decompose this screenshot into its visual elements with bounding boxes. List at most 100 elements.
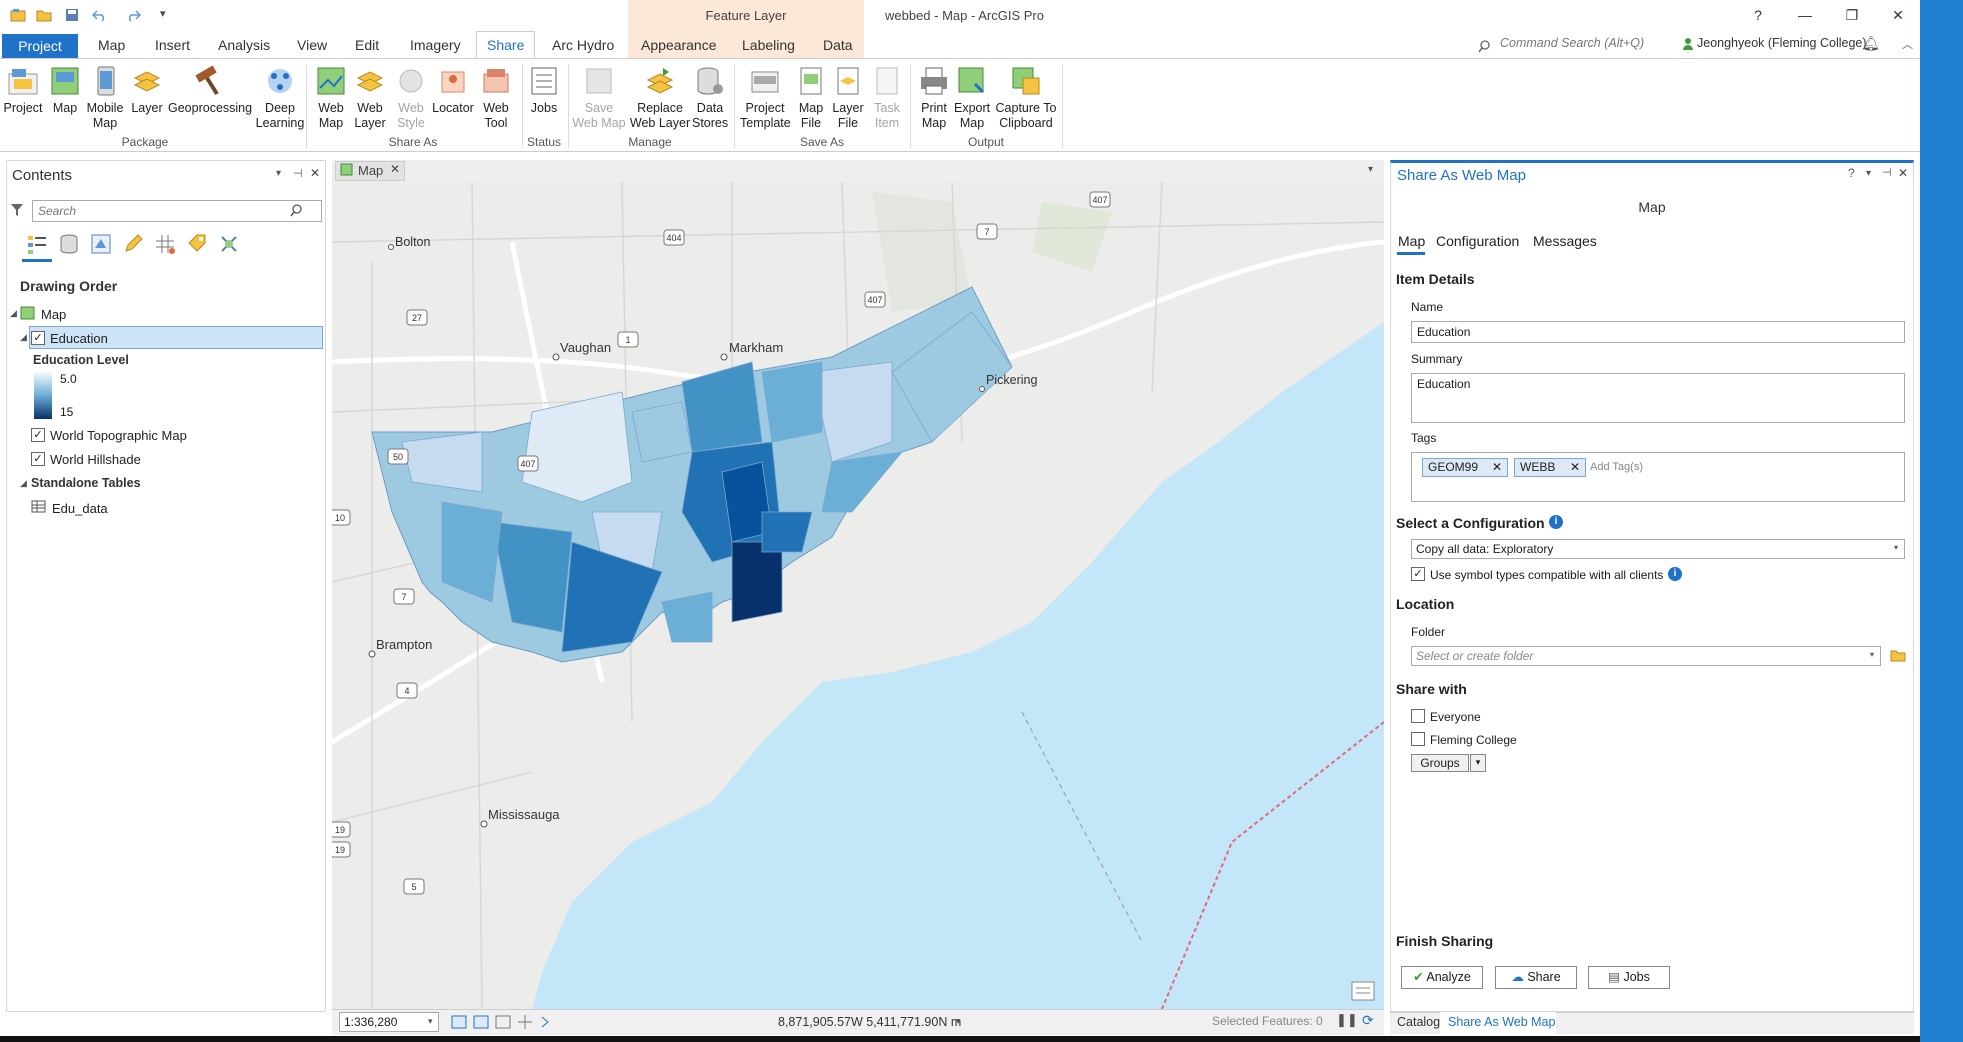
close-pane-button[interactable]: ✕ xyxy=(1898,166,1908,180)
tab-map[interactable]: Map xyxy=(88,32,135,58)
notification-bell-icon[interactable]: 🔔︎ xyxy=(1862,35,1880,52)
status-jobs-button[interactable]: Jobs xyxy=(526,64,562,116)
close-window-button[interactable]: ✕ xyxy=(1886,4,1910,26)
pin-icon[interactable]: ⊣ xyxy=(1882,166,1892,179)
redo-icon[interactable] xyxy=(125,7,141,23)
customize-qat-icon[interactable]: ▾ xyxy=(160,7,176,23)
share-web-tool-button[interactable]: Web Tool xyxy=(476,64,516,131)
share-locator-button[interactable]: Locator xyxy=(432,64,474,116)
refresh-icon[interactable]: ⟳ xyxy=(1362,1012,1374,1029)
package-project-button[interactable]: Project xyxy=(2,64,44,116)
pane-menu-icon[interactable]: ▾ xyxy=(276,168,281,179)
folder-select[interactable]: Select or create folder xyxy=(1411,646,1881,666)
remove-tag-icon[interactable]: ✕ xyxy=(1570,460,1580,474)
package-deep-learning-button[interactable]: Deep Learning xyxy=(252,64,308,131)
tab-map-share[interactable]: Map xyxy=(1398,233,1425,249)
hillshade-visibility-checkbox[interactable]: ✓ xyxy=(31,452,45,466)
tab-appearance[interactable]: Appearance xyxy=(631,32,727,58)
tab-share-as-web-map[interactable]: Share As Web Map xyxy=(1448,1015,1555,1029)
replace-web-layer-button[interactable]: Replace Web Layer xyxy=(628,64,692,131)
package-geoprocessing-button[interactable]: Geoprocessing xyxy=(168,64,252,116)
tab-arc-hydro[interactable]: Arc Hydro xyxy=(542,32,624,58)
groups-chevron-icon[interactable]: ▾ xyxy=(1470,754,1486,772)
folder-icon[interactable] xyxy=(1890,648,1906,662)
capture-to-clipboard-button[interactable]: Capture To Clipboard xyxy=(994,64,1058,131)
groups-dropdown-button[interactable]: Groups xyxy=(1411,754,1469,772)
tab-configuration[interactable]: Configuration xyxy=(1436,233,1519,249)
map-tab-menu-icon[interactable]: ▾ xyxy=(1368,164,1373,175)
list-by-perspective-imagery-icon[interactable] xyxy=(218,233,240,255)
list-by-selection-icon[interactable] xyxy=(90,233,112,255)
save-icon[interactable] xyxy=(64,7,80,23)
education-visibility-checkbox[interactable]: ✓ xyxy=(31,331,45,345)
open-project-icon[interactable] xyxy=(36,7,52,23)
collapse-ribbon-icon[interactable]: ︿ xyxy=(1902,36,1913,52)
tab-imagery[interactable]: Imagery xyxy=(400,32,471,58)
help-button[interactable]: ? xyxy=(1746,4,1770,26)
map-file-button[interactable]: Map File xyxy=(794,64,828,131)
close-map-tab-button[interactable]: ✕ xyxy=(390,162,400,176)
grid-tools-icons[interactable] xyxy=(450,1013,560,1031)
layer-world-topographic-map[interactable]: World Topographic Map xyxy=(50,428,187,443)
pane-menu-icon[interactable]: ▾ xyxy=(1866,168,1871,179)
print-map-button[interactable]: Print Map xyxy=(916,64,952,131)
list-by-editing-icon[interactable] xyxy=(122,233,144,255)
pane-help-icon[interactable]: ? xyxy=(1848,166,1855,180)
scale-dropdown-icon[interactable]: ▾ xyxy=(428,1016,433,1027)
list-by-snapping-icon[interactable] xyxy=(154,233,176,255)
compat-symbols-checkbox[interactable]: ✓ xyxy=(1411,567,1425,581)
undo-icon[interactable] xyxy=(92,7,108,23)
tab-edit[interactable]: Edit xyxy=(345,32,389,58)
share-web-style-button[interactable]: Web Style xyxy=(391,64,431,131)
table-edu-data[interactable]: Edu_data xyxy=(52,501,108,516)
list-by-labeling-icon[interactable] xyxy=(186,233,208,255)
list-by-drawing-order-icon[interactable] xyxy=(26,233,48,255)
command-search-input[interactable]: Command Search (Alt+Q) xyxy=(1500,36,1644,50)
tab-data[interactable]: Data xyxy=(813,32,863,58)
export-map-button[interactable]: Export Map xyxy=(954,64,990,131)
task-item-button[interactable]: Task Item xyxy=(870,64,904,131)
topo-visibility-checkbox[interactable]: ✓ xyxy=(31,428,45,442)
tab-project[interactable]: Project xyxy=(2,34,78,58)
project-template-button[interactable]: Project Template xyxy=(740,64,791,131)
info-icon[interactable]: i xyxy=(1668,567,1682,581)
contents-search-input[interactable]: Search xyxy=(32,200,322,222)
filter-icon[interactable] xyxy=(10,203,24,217)
tab-messages[interactable]: Messages xyxy=(1533,233,1597,249)
share-web-map-button[interactable]: Web Map xyxy=(312,64,350,131)
expand-map-icon[interactable]: ◢ xyxy=(10,308,17,319)
tab-analysis[interactable]: Analysis xyxy=(208,32,280,58)
add-tag-placeholder[interactable]: Add Tag(s) xyxy=(1590,461,1643,473)
analyze-button[interactable]: ✔ Analyze xyxy=(1401,966,1483,989)
layer-file-button[interactable]: Layer File xyxy=(830,64,866,131)
layer-world-hillshade[interactable]: World Hillshade xyxy=(50,452,141,467)
package-mobile-map-button[interactable]: Mobile Map xyxy=(84,64,126,131)
expand-tables-icon[interactable]: ◢ xyxy=(20,478,27,489)
map-tree-item[interactable]: Map xyxy=(41,307,66,322)
everyone-checkbox[interactable] xyxy=(1411,709,1425,723)
save-web-map-button[interactable]: Save Web Map xyxy=(572,64,626,131)
tab-view[interactable]: View xyxy=(287,32,337,58)
summary-textarea[interactable]: Education xyxy=(1411,373,1905,423)
data-stores-button[interactable]: Data Stores xyxy=(692,64,728,131)
scale-selector[interactable]: 1:336,280 xyxy=(339,1012,439,1032)
list-by-source-icon[interactable] xyxy=(58,233,80,255)
remove-tag-icon[interactable]: ✕ xyxy=(1492,460,1502,474)
tab-catalog[interactable]: Catalog xyxy=(1397,1015,1440,1029)
configuration-select[interactable]: Copy all data: Exploratory xyxy=(1411,539,1905,559)
pause-drawing-icon[interactable]: ❚❚ xyxy=(1336,1012,1358,1028)
tab-insert[interactable]: Insert xyxy=(145,32,200,58)
name-input[interactable]: Education xyxy=(1411,321,1905,343)
fleming-college-checkbox[interactable] xyxy=(1411,732,1425,746)
user-account[interactable]: Jeonghyeok (Fleming College) xyxy=(1697,36,1867,50)
pin-icon[interactable]: ⊣ xyxy=(293,167,303,180)
new-project-icon[interactable] xyxy=(10,7,26,23)
map-canvas[interactable]: Bolton Vaughan Markham Pickering Brampto… xyxy=(332,182,1384,1009)
minimize-button[interactable]: — xyxy=(1793,4,1817,26)
units-dropdown-icon[interactable]: ▾ xyxy=(956,1016,961,1027)
info-icon[interactable]: i xyxy=(1549,515,1563,529)
jobs-button[interactable]: ▤ Jobs xyxy=(1588,966,1670,989)
close-pane-button[interactable]: ✕ xyxy=(310,166,320,180)
tab-labeling[interactable]: Labeling xyxy=(732,32,805,58)
tab-share[interactable]: Share xyxy=(476,31,536,59)
